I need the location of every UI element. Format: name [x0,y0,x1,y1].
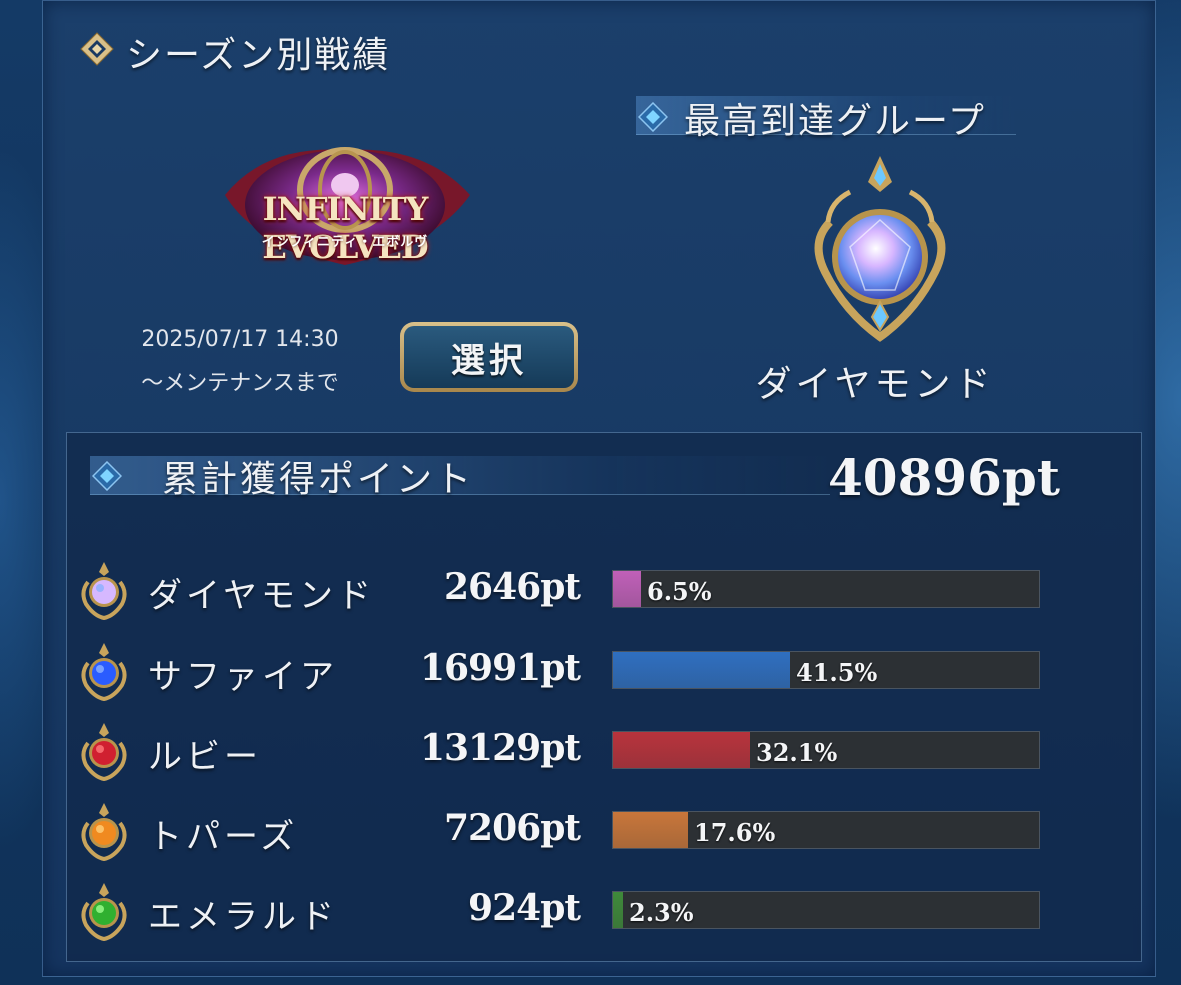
share-bar-fill [613,892,623,928]
logo-title: INFINITY EVOLVED [262,190,428,266]
gem-points: 16991pt [419,647,581,689]
points-title: 累計獲得ポイント [162,459,475,500]
share-bar-track: 2.3% [612,891,1040,929]
gem-points: 924pt [468,887,581,929]
gem-name: サファイア [148,657,338,697]
share-percent: 41.5% [796,658,878,687]
gem-name: エメラルド [148,897,338,937]
season-end-note: 〜メンテナンスまで [141,371,339,396]
share-percent: 6.5% [647,577,712,606]
share-percent: 32.1% [756,738,838,767]
gem-row: ダイヤモンド 2646pt 6.5% [70,560,1050,620]
share-bar-track: 6.5% [612,570,1040,608]
share-bar-fill [613,652,790,688]
best-group-title: 最高到達グループ [684,101,986,142]
gem-name: トパーズ [148,817,299,857]
season-record-title: シーズン別戦績 [126,35,391,76]
topaz-gem-icon [81,803,127,861]
gem-row: サファイア 16991pt 41.5% [70,641,1050,701]
sapphire-gem-icon [81,643,127,701]
gem-row: トパーズ 7206pt 17.6% [70,801,1050,861]
season-end-date: 2025/07/17 14:30 [141,327,339,352]
diamond-rank-emblem-icon [814,156,946,342]
diamond-bullet-icon [92,461,122,491]
share-percent: 17.6% [694,818,776,847]
gem-points: 2646pt [444,566,581,608]
gem-row: ルビー 13129pt 32.1% [70,721,1050,781]
gem-points: 7206pt [444,807,581,849]
share-bar-fill [613,812,688,848]
total-points: 40896pt [827,448,1060,507]
gem-name: ダイヤモンド [148,576,375,616]
share-percent: 2.3% [629,898,694,927]
diamond-bullet-icon [80,32,114,66]
gem-name: ルビー [148,737,262,777]
share-bar-track: 17.6% [612,811,1040,849]
diamond-bullet-icon [638,102,668,132]
best-group-rank-name: ダイヤモンド [755,364,995,405]
gem-points: 13129pt [419,727,581,769]
share-bar-track: 41.5% [612,651,1040,689]
select-button-label: 選択 [404,326,574,388]
diamond-gem-icon [81,562,127,620]
share-bar-track: 32.1% [612,731,1040,769]
emerald-gem-icon [81,883,127,941]
share-bar-fill [613,732,750,768]
share-bar-fill [613,571,641,607]
logo-subtitle: インフィニティ・エボルヴ [261,235,429,250]
select-season-button[interactable]: 選択 [400,322,578,392]
ruby-gem-icon [81,723,127,781]
gem-row: エメラルド 924pt 2.3% [70,881,1050,941]
